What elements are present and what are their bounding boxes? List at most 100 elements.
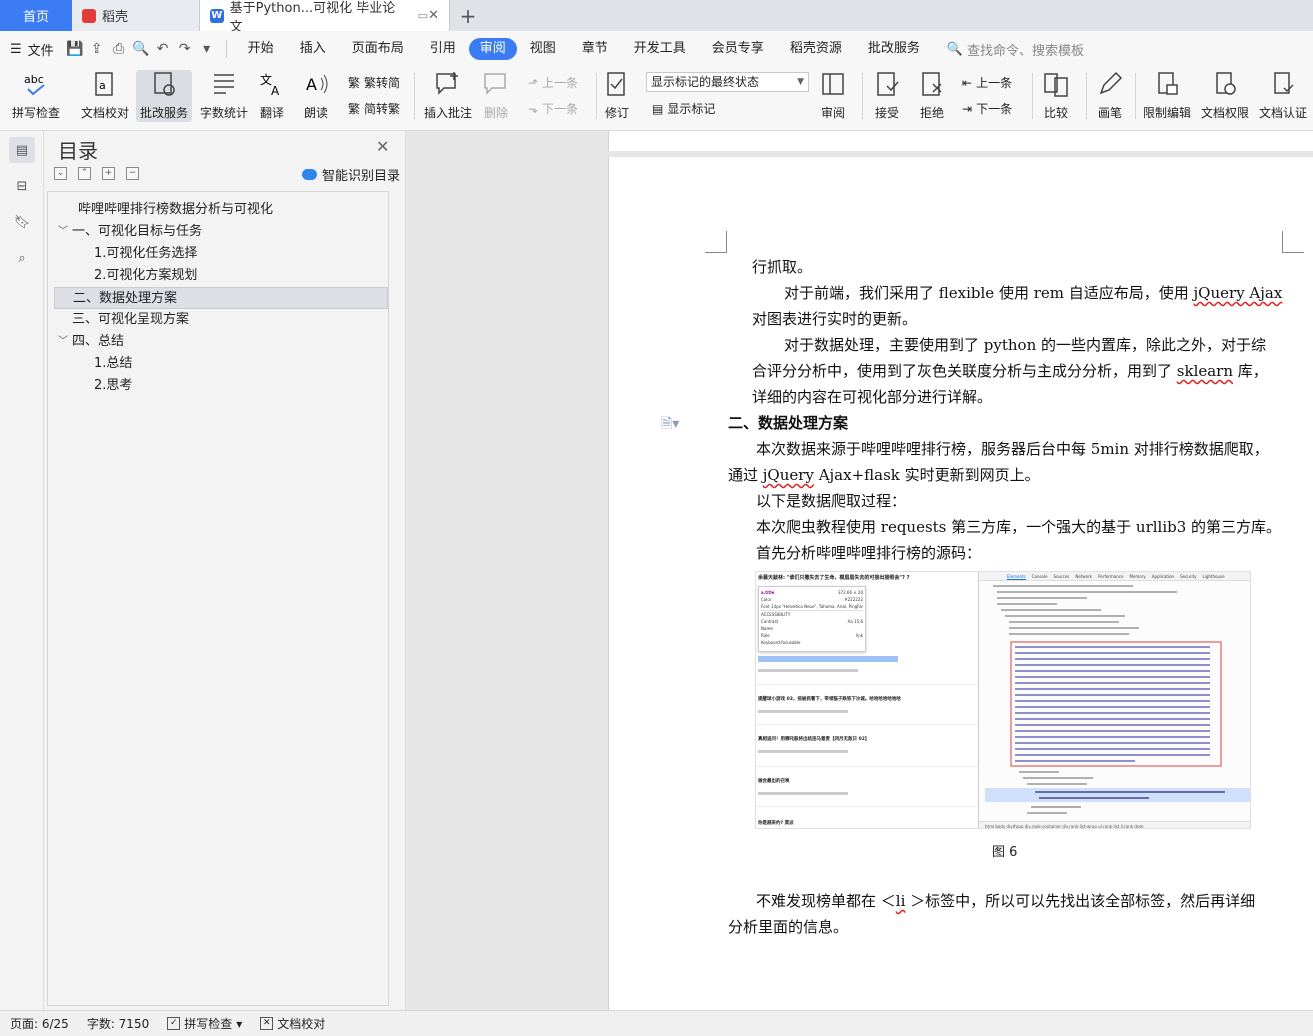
menu-chapter[interactable]: 章节 (569, 38, 621, 60)
toc-item-selected[interactable]: 二、数据处理方案 (54, 287, 388, 309)
menu-correction-service[interactable]: 批改服务 (855, 38, 933, 60)
next-change-button[interactable]: ⇥ 下一条 (962, 100, 1012, 117)
close-tab-icon[interactable]: ✕ (428, 8, 439, 23)
expand-all-icon[interactable]: ⌃ (78, 167, 91, 180)
lock-icon (1153, 70, 1181, 98)
menu-insert[interactable]: 插入 (287, 38, 339, 60)
doc-certify-button[interactable]: 文档认证 (1259, 70, 1307, 121)
toc-item[interactable]: 哔哩哔哩排行榜数据分析与可视化 (54, 199, 388, 221)
new-tab-button[interactable]: + (450, 0, 486, 31)
to-traditional-icon: 繁 (348, 102, 361, 116)
document-canvas[interactable]: 行抓取。 对于前端，我们采用了 flexible 使用 rem 自适应布局，使用… (406, 131, 1313, 1010)
tab-bar: 首页 稻壳 W 基于Python...可视化 毕业论文 ▭ ✕ + (0, 0, 1313, 35)
toc-item[interactable]: ﹀ 一、可视化目标与任务 (54, 221, 388, 243)
menu-view[interactable]: 视图 (517, 38, 569, 60)
figure-devtools-panel: Elements Console Sources Network Perform… (978, 572, 1250, 828)
menu-docer-resources[interactable]: 稻壳资源 (777, 38, 855, 60)
delete-comment-button[interactable]: 删除 (482, 70, 510, 121)
redo-icon[interactable]: ↷ (174, 38, 196, 60)
remove-level-icon[interactable]: − (126, 167, 139, 180)
find-icon[interactable]: ⌕ (9, 245, 35, 271)
menu-page-layout[interactable]: 页面布局 (339, 38, 417, 60)
menu-member[interactable]: 会员专享 (699, 38, 777, 60)
reject-label: 拒绝 (919, 106, 944, 120)
save-icon[interactable]: 💾 (64, 38, 86, 60)
tooltip-color: #222222 (844, 597, 863, 602)
pin-icon[interactable]: ▭ (418, 9, 428, 22)
toc-item-label: 四、总结 (72, 334, 125, 349)
next-comment-button[interactable]: ⬎ 下一条 (528, 100, 578, 117)
collapse-all-icon[interactable]: ⌄ (54, 167, 67, 180)
tab-home[interactable]: 首页 (0, 0, 72, 31)
to-traditional-button[interactable]: 繁简转繁 (348, 100, 400, 117)
prev-change-button[interactable]: ⇤ 上一条 (962, 74, 1012, 91)
chapter-nav-icon[interactable]: ⊟ (9, 173, 35, 199)
paragraph-menu-icon[interactable]: 🗎▾ (661, 413, 679, 437)
doc-proof-button[interactable]: a 文档校对 (81, 70, 129, 121)
next-comment-icon: ⬎ (528, 101, 539, 116)
word-count-indicator[interactable]: 字数: 7150 (87, 1015, 149, 1032)
tab-document[interactable]: W 基于Python...可视化 毕业论文 ▭ ✕ (200, 0, 450, 35)
menu-review[interactable]: 审阅 (468, 38, 517, 60)
print-preview-icon[interactable]: 🔍 (130, 38, 152, 60)
correction-service-button[interactable]: 批改服务 (136, 70, 193, 122)
show-markup-button[interactable]: ▤ 显示标记 (652, 100, 715, 117)
figure-image[interactable]: 余暴天敲林: "谁们只撒失去了生命，模眉眉失去的可接出接照会"? ? a.tit… (755, 571, 1251, 829)
to-simplified-button[interactable]: 繁繁转简 (348, 74, 400, 91)
command-search[interactable]: 🔍 查找命令、搜索模板 (947, 40, 1084, 59)
body-text: 行抓取。 (752, 258, 813, 276)
toc-item[interactable]: 2.思考 (54, 375, 388, 397)
figure-divider (756, 724, 978, 725)
chevron-down-icon[interactable]: ﹀ (58, 221, 68, 243)
page-indicator[interactable]: 页面: 6/25 (10, 1015, 69, 1032)
file-menu[interactable]: ☰ 文件 (10, 40, 54, 59)
translate-button[interactable]: 文A 翻译 (258, 70, 286, 121)
search-icon: 🔍 (946, 41, 964, 57)
menu-developer[interactable]: 开发工具 (621, 38, 699, 60)
bookmark-icon[interactable]: 🔖︎ (9, 209, 35, 235)
tooltip-contrast-value: Aa 15.6 (847, 619, 863, 624)
tab-docer[interactable]: 稻壳 (72, 0, 200, 31)
toc-item[interactable]: 三、可视化呈现方案 (54, 309, 388, 331)
reject-button[interactable]: 拒绝 (918, 70, 946, 121)
export-icon[interactable]: ⇪ (86, 38, 108, 60)
print-icon[interactable]: ⎙ (108, 38, 130, 60)
toc-item[interactable]: 1.总结 (54, 353, 388, 375)
toc-title: 目录 (58, 139, 98, 163)
doc-permission-button[interactable]: 文档权限 (1201, 70, 1249, 121)
menu-start[interactable]: 开始 (235, 38, 287, 60)
smart-recognize-toc-button[interactable]: 智能识别目录 (302, 165, 400, 184)
undo-icon[interactable]: ↶ (152, 38, 174, 60)
prev-comment-button[interactable]: ⬏ 上一条 (528, 74, 578, 91)
ribbon-separator (1086, 73, 1087, 119)
track-changes-button[interactable]: 修订 (603, 70, 631, 121)
spell-check-button[interactable]: abc 拼写检查 (12, 70, 60, 121)
to-traditional-label: 简转繁 (364, 102, 401, 116)
close-icon[interactable]: ✕ (376, 137, 389, 156)
accept-button[interactable]: 接受 (873, 70, 901, 121)
spell-check-label: 拼写检查 (12, 106, 61, 120)
compare-button[interactable]: 比较 (1042, 70, 1070, 121)
devtools-dom-tree (985, 585, 1250, 814)
status-doc-proof[interactable]: ✕ 文档校对 (260, 1015, 325, 1032)
svg-text:A: A (271, 84, 280, 98)
markup-state-select[interactable]: 显示标记的最终状态 ▼ (646, 72, 809, 92)
toc-item[interactable]: ﹀ 四、总结 (54, 331, 388, 353)
toc-item[interactable]: 1.可视化任务选择 (54, 243, 388, 265)
word-count-button[interactable]: 字数统计 (200, 70, 248, 121)
read-aloud-button[interactable]: A 朗读 (302, 70, 330, 121)
writer-logo-icon: W (210, 8, 224, 23)
add-level-icon[interactable]: + (102, 167, 115, 180)
tooltip-font: Font 14px "Helvetica Neue", Tahoma, Aria… (761, 604, 863, 609)
pen-button[interactable]: 画笔 (1096, 70, 1124, 121)
document-page[interactable]: 行抓取。 对于前端，我们采用了 flexible 使用 rem 自适应布局，使用… (608, 157, 1313, 1010)
insert-comment-button[interactable]: 插入批注 (424, 70, 472, 121)
review-pane-button[interactable]: 审阅 (819, 70, 847, 121)
status-spell-check[interactable]: ✓ 拼写检查 ▾ (167, 1015, 242, 1032)
menu-references[interactable]: 引用 (417, 38, 469, 60)
chevron-down-icon[interactable]: ﹀ (58, 331, 68, 353)
customize-dropdown-icon[interactable]: ▾ (196, 38, 218, 60)
toc-icon[interactable]: ▤ (9, 137, 35, 163)
restrict-edit-button[interactable]: 限制编辑 (1143, 70, 1191, 121)
toc-item[interactable]: 2.可视化方案规划 (54, 265, 388, 287)
